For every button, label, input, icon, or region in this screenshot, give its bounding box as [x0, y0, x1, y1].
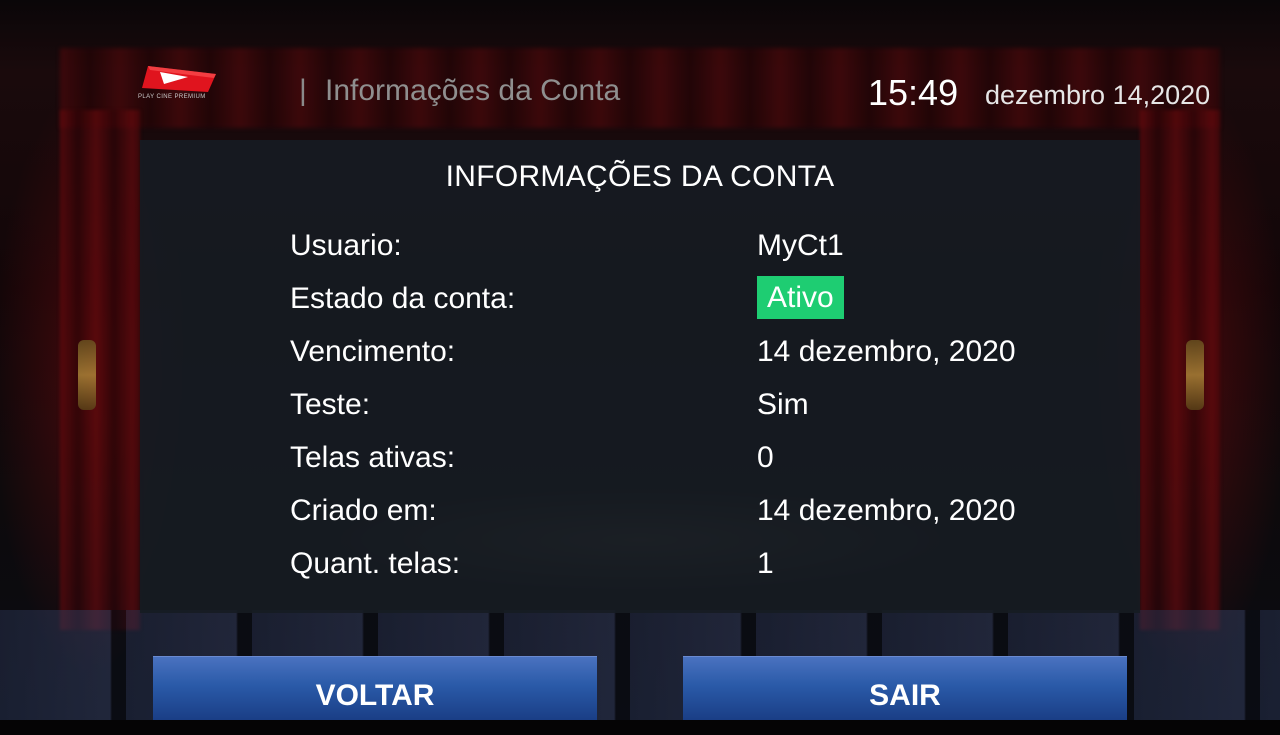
clock-date: dezembro 14,2020: [985, 80, 1211, 110]
page-title: Informações da Conta: [325, 74, 621, 107]
label-usuario: Usuario:: [290, 229, 402, 262]
value-criado-em: 14 dezembro, 2020: [757, 494, 1016, 527]
back-button[interactable]: VOLTAR: [153, 656, 597, 720]
label-criado-em: Criado em:: [290, 494, 437, 527]
tassel-left: [78, 340, 96, 410]
value-teste: Sim: [757, 388, 809, 421]
app-logo: PLAY CINE PREMIUM: [138, 62, 224, 104]
clock-time: 15:49: [868, 72, 959, 113]
label-telas-ativas: Telas ativas:: [290, 441, 456, 474]
account-info-panel: [140, 140, 1140, 613]
logo-text: PLAY CINE PREMIUM: [138, 94, 206, 100]
value-quant-telas: 1: [757, 547, 774, 580]
status-badge: Ativo: [757, 276, 844, 319]
label-vencimento: Vencimento:: [290, 335, 456, 368]
label-quant-telas: Quant. telas:: [290, 547, 461, 580]
label-estado-conta: Estado da conta:: [290, 282, 516, 315]
exit-button[interactable]: SAIR: [683, 656, 1127, 720]
value-vencimento: 14 dezembro, 2020: [757, 335, 1016, 368]
value-telas-ativas: 0: [757, 441, 774, 474]
header-divider: |: [299, 74, 307, 107]
label-teste: Teste:: [290, 388, 371, 421]
tassel-right: [1186, 340, 1204, 410]
value-usuario: MyCt1: [757, 229, 844, 262]
panel-title: INFORMAÇÕES DA CONTA: [445, 160, 835, 193]
